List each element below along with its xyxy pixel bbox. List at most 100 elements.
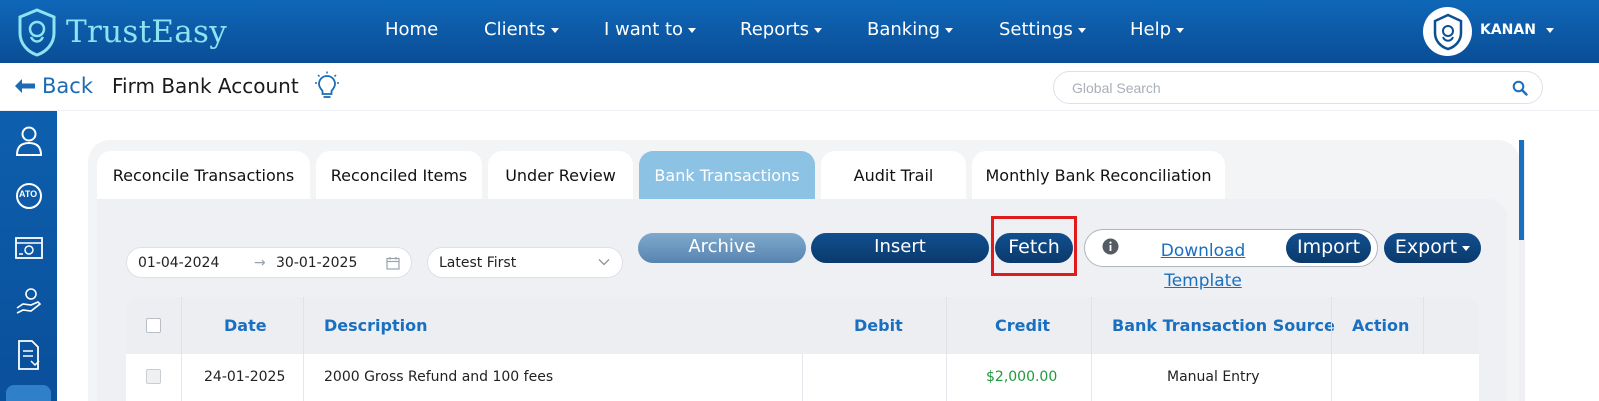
archive-button-label: Archive: [688, 236, 756, 257]
fetch-highlight-box: [991, 216, 1077, 276]
cell-source: Manual Entry: [1167, 369, 1260, 385]
sidebar-user-icon[interactable]: [12, 124, 45, 157]
download-template-line2: Template: [1164, 271, 1242, 291]
column-header-bank-transaction-source[interactable]: Bank Transaction Source: [1112, 316, 1335, 335]
date-to[interactable]: 30-01-2025: [276, 255, 357, 271]
caret-down-icon: [550, 27, 559, 33]
column-header-credit[interactable]: Credit: [995, 316, 1050, 335]
archive-button-label-overflow: Selected: [682, 265, 762, 286]
import-button-label: Import: [1296, 236, 1361, 258]
caret-down-icon: [1545, 28, 1554, 33]
nav-settings-label: Settings: [999, 19, 1073, 40]
brand-name: TrustEasy: [66, 14, 228, 50]
page-title: Firm Bank Account: [112, 74, 299, 98]
nav-settings[interactable]: Settings: [999, 19, 1086, 40]
caret-down-icon: [1077, 27, 1086, 33]
select-all-checkbox[interactable]: [146, 318, 161, 333]
back-button[interactable]: Back: [14, 74, 93, 98]
scrollbar-thumb[interactable]: [1519, 140, 1524, 240]
nav-i-want-to[interactable]: I want to: [604, 19, 697, 40]
global-search: [1053, 71, 1543, 104]
nav-i-want-to-label: I want to: [604, 19, 684, 40]
tab-monthly-bank-reconciliation[interactable]: Monthly Bank Reconciliation: [972, 151, 1225, 199]
ato-icon-text: ATO: [19, 189, 38, 199]
cell-date: 24-01-2025: [204, 369, 286, 385]
table-row[interactable]: 24-01-2025 2000 Gross Refund and 100 fee…: [126, 354, 1479, 401]
sort-order-select[interactable]: Latest First: [427, 247, 623, 278]
global-search-input[interactable]: [1072, 78, 1492, 98]
column-header-action[interactable]: Action: [1352, 316, 1409, 335]
cell-divider: [1091, 354, 1092, 401]
column-divider: [1423, 297, 1424, 354]
nav-help[interactable]: Help: [1130, 19, 1185, 40]
tab-label: Reconcile Transactions: [112, 165, 295, 185]
nav-clients-label: Clients: [484, 19, 546, 40]
user-name-label: KANAN: [1480, 22, 1536, 38]
column-header-description[interactable]: Description: [324, 316, 427, 335]
sidebar-ato-icon[interactable]: ATO: [12, 179, 45, 212]
column-divider: [946, 297, 947, 354]
export-button[interactable]: Export: [1384, 233, 1481, 263]
nav-home-label: Home: [385, 19, 439, 40]
sidebar-document-icon[interactable]: [12, 338, 45, 371]
import-button[interactable]: Import: [1286, 233, 1371, 263]
sidebar-money-hand-icon[interactable]: [12, 284, 45, 317]
cell-description: 2000 Gross Refund and 100 fees: [324, 369, 554, 385]
column-divider: [181, 297, 182, 354]
brand-logo[interactable]: TrustEasy: [14, 6, 227, 58]
arrow-right-icon: →: [254, 255, 266, 271]
download-template-link[interactable]: Download Template: [1150, 236, 1256, 296]
column-divider: [1091, 297, 1092, 354]
nav-clients[interactable]: Clients: [484, 19, 559, 40]
column-divider: [1331, 297, 1332, 354]
caret-down-icon: [1462, 246, 1471, 251]
cell-divider: [181, 354, 182, 401]
row-select-checkbox[interactable]: [146, 369, 161, 384]
search-icon[interactable]: [1512, 80, 1528, 96]
chevron-down-icon: [598, 259, 610, 266]
insert-button-label: Insert: [874, 236, 926, 257]
nav-help-label: Help: [1130, 19, 1172, 40]
cell-divider: [946, 354, 947, 401]
column-header-debit[interactable]: Debit: [854, 316, 903, 335]
tab-audit-trail[interactable]: Audit Trail: [821, 151, 966, 199]
sort-order-value: Latest First: [439, 255, 517, 271]
transactions-table: Date Description Debit Credit Bank Trans…: [126, 297, 1479, 401]
tab-label: Bank Transactions: [654, 165, 800, 185]
cell-credit: $2,000.00: [986, 369, 1058, 385]
caret-down-icon: [1176, 27, 1185, 33]
calendar-icon: [386, 257, 400, 270]
column-divider: [303, 297, 304, 354]
date-range-picker[interactable]: 01-04-2024 → 30-01-2025: [126, 247, 412, 278]
tab-under-review[interactable]: Under Review: [488, 151, 633, 199]
tab-label: Audit Trail: [853, 165, 934, 185]
info-icon[interactable]: [1102, 238, 1119, 255]
arrow-left-icon: [15, 79, 35, 93]
nav-reports[interactable]: Reports: [740, 19, 823, 40]
tab-reconcile-transactions[interactable]: Reconcile Transactions: [97, 151, 310, 199]
nav-reports-label: Reports: [740, 19, 810, 40]
brand-shield-icon: [18, 8, 56, 57]
tab-reconciled-items[interactable]: Reconciled Items: [316, 151, 482, 199]
tab-label: Monthly Bank Reconciliation: [985, 165, 1212, 185]
column-header-date[interactable]: Date: [224, 316, 267, 335]
caret-down-icon: [814, 27, 823, 33]
tab-bank-transactions[interactable]: Bank Transactions: [639, 151, 815, 199]
download-template-line1: Download: [1160, 241, 1246, 261]
lightbulb-icon[interactable]: [313, 71, 341, 105]
sidebar-active-indicator: [6, 385, 51, 401]
user-menu[interactable]: KANAN: [1480, 22, 1554, 38]
insert-transaction-button[interactable]: Insert: [811, 233, 989, 263]
nav-home[interactable]: Home: [385, 19, 438, 40]
date-from[interactable]: 01-04-2024: [138, 255, 219, 271]
avatar-logo-icon: [1433, 13, 1462, 50]
tab-label: Under Review: [505, 165, 616, 185]
cell-divider: [1331, 354, 1332, 401]
tab-label: Reconciled Items: [330, 165, 468, 185]
insert-button-label-overflow: Transaction: [848, 265, 952, 286]
user-avatar[interactable]: [1423, 7, 1472, 56]
table-header: Date Description Debit Credit Bank Trans…: [126, 297, 1479, 354]
sidebar-bank-statement-icon[interactable]: [12, 231, 45, 264]
archive-selected-button[interactable]: Archive: [638, 233, 806, 263]
nav-banking[interactable]: Banking: [867, 19, 954, 40]
